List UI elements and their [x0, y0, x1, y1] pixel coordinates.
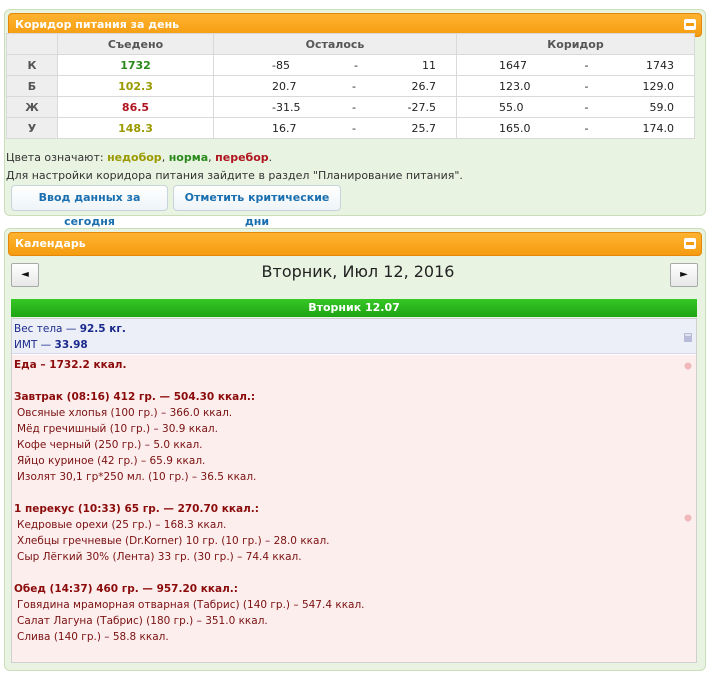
legend-period: .: [268, 151, 273, 164]
apple-icon[interactable]: [684, 513, 692, 522]
meal-item: Слива (140 гр.) – 58.8 ккал.: [17, 631, 169, 643]
bmi-label: ИМТ: [14, 339, 38, 351]
meal-item: Салат Лагуна (Табрис) (180 гр.) – 351.0 …: [17, 615, 268, 627]
left-min: -31.5: [272, 100, 301, 114]
collapse-icon[interactable]: [684, 238, 696, 249]
corridor-range: 165.0 - 174.0: [456, 117, 695, 139]
cor-min: 165.0: [499, 121, 531, 135]
table-corner: [6, 33, 58, 55]
row-label: У: [6, 117, 58, 139]
scale-icon[interactable]: [684, 333, 692, 342]
eaten-value: 1732: [57, 54, 214, 76]
calendar-title: Календарь: [15, 237, 86, 250]
table-row: У 148.3 16.7 - 25.7 165.0 - 174.0: [6, 117, 695, 139]
meal-item: Кофе черный (250 гр.) – 5.0 ккал.: [17, 439, 203, 451]
legend-comma: ,: [161, 151, 166, 164]
corridor-range: 1647 - 1743: [456, 54, 695, 76]
next-day-button[interactable]: ►: [670, 263, 698, 287]
range-sep: -: [584, 100, 589, 114]
day-body: Вес тела — 92.5 кг. ИМТ — 33.98 Еда – 17…: [11, 318, 697, 663]
meal-item: Кедровые орехи (25 гр.) – 168.3 ккал.: [17, 519, 227, 531]
col-eaten: Съедено: [57, 33, 214, 55]
left-range: 20.7 - 26.7: [213, 75, 457, 97]
legend-comma: ,: [208, 151, 212, 164]
legend-norm: норма: [168, 151, 209, 164]
bmi-line: ИМТ — 33.98: [14, 339, 88, 351]
dash: —: [40, 339, 52, 351]
food-section: Еда – 1732.2 ккал. Завтрак (08:16) 412 г…: [12, 355, 696, 662]
legend-over: перебор: [215, 151, 269, 164]
left-range: -85 - 11: [213, 54, 457, 76]
day-label: Вторник 12.07: [11, 299, 697, 317]
range-sep: -: [352, 79, 356, 93]
weight-label: Вес тела: [14, 323, 63, 335]
eaten-value: 148.3: [57, 117, 214, 139]
cor-max: 174.0: [642, 121, 674, 135]
left-max: 26.7: [411, 79, 436, 93]
range-sep: -: [584, 58, 589, 72]
left-range: -31.5 - -27.5: [213, 96, 457, 118]
calendar-header: Календарь: [8, 232, 702, 256]
left-min: -85: [272, 58, 290, 72]
eaten-value: 102.3: [57, 75, 214, 97]
bmi-value: 33.98: [54, 339, 88, 351]
col-left: Осталось: [213, 33, 457, 55]
weight-line: Вес тела — 92.5 кг.: [14, 323, 126, 335]
meal-item: Яйцо куриное (42 гр.) – 65.9 ккал.: [17, 455, 206, 467]
color-legend: Цвета означают: недобор, норма, перебор.: [6, 151, 272, 164]
row-label: К: [6, 54, 58, 76]
meal-title: Обед (14:37) 460 гр. — 957.20 ккал.:: [14, 583, 238, 595]
corridor-range: 123.0 - 129.0: [456, 75, 695, 97]
row-label: Б: [6, 75, 58, 97]
meal-title: Завтрак (08:16) 412 гр. — 504.30 ккал.:: [14, 391, 256, 403]
corridor-range: 55.0 - 59.0: [456, 96, 695, 118]
cor-min: 55.0: [499, 100, 524, 114]
left-max: -27.5: [407, 100, 436, 114]
cor-min: 1647: [499, 58, 527, 72]
date-title: Вторник, Июл 12, 2016: [261, 262, 455, 281]
enter-data-button[interactable]: Ввод данных за сегодня: [11, 185, 168, 228]
food-total: Еда – 1732.2 ккал.: [14, 359, 127, 371]
range-sep: -: [584, 79, 589, 93]
left-range: 16.7 - 25.7: [213, 117, 457, 139]
dash: —: [65, 323, 77, 335]
table-row: Ж 86.5 -31.5 - -27.5 55.0 - 59.0: [6, 96, 695, 118]
meal-item: Хлебцы гречневые (Dr.Korner) 10 гр. (10 …: [17, 535, 330, 547]
meal-item: Овсяные хлопья (100 гр.) – 366.0 ккал.: [17, 407, 233, 419]
range-sep: -: [353, 58, 358, 72]
meal-item: Сыр Лёгкий 30% (Лента) 33 гр. (30 гр.) –…: [17, 551, 302, 563]
col-corridor: Коридор: [456, 33, 695, 55]
weight-section: Вес тела — 92.5 кг. ИМТ — 33.98: [12, 319, 696, 354]
critical-days-button[interactable]: Отметить критические дни: [173, 185, 341, 228]
eaten-value: 86.5: [57, 96, 214, 118]
legend-prefix: Цвета означают:: [6, 151, 104, 164]
corridor-table: Съедено Осталось Коридор К 1732 -85 - 11 1…: [6, 33, 695, 139]
cor-max: 129.0: [642, 79, 674, 93]
cor-max: 1743: [645, 58, 674, 72]
table-header-row: Съедено Осталось Коридор: [6, 33, 695, 55]
left-min: 16.7: [272, 121, 297, 135]
legend-under: недобор: [107, 151, 162, 164]
weight-value: 92.5 кг.: [79, 323, 126, 335]
meal-title: 1 перекус (10:33) 65 гр. — 270.70 ккал.:: [14, 503, 259, 515]
prev-day-button[interactable]: ◄: [11, 263, 39, 287]
collapse-icon[interactable]: [684, 19, 696, 30]
meal-item: Мёд гречишный (10 гр.) – 30.9 ккал.: [17, 423, 218, 435]
meal-item: Говядина мраморная отварная (Табрис) (14…: [17, 599, 365, 611]
range-sep: -: [352, 100, 356, 114]
cor-max: 59.0: [649, 100, 674, 114]
settings-note: Для настройки коридора питания зайдите в…: [6, 169, 463, 182]
meal-item: Изолят 30,1 гр*250 мл. (10 гр.) – 36.5 к…: [17, 471, 257, 483]
left-min: 20.7: [272, 79, 297, 93]
corridor-title: Коридор питания за день: [15, 18, 180, 31]
apple-icon[interactable]: [684, 361, 692, 370]
table-row: Б 102.3 20.7 - 26.7 123.0 - 129.0: [6, 75, 695, 97]
table-row: К 1732 -85 - 11 1647 - 1743: [6, 54, 695, 76]
row-label: Ж: [6, 96, 58, 118]
left-max: 25.7: [411, 121, 436, 135]
cor-min: 123.0: [499, 79, 531, 93]
range-sep: -: [352, 121, 356, 135]
left-max: 11: [421, 58, 436, 72]
range-sep: -: [584, 121, 589, 135]
